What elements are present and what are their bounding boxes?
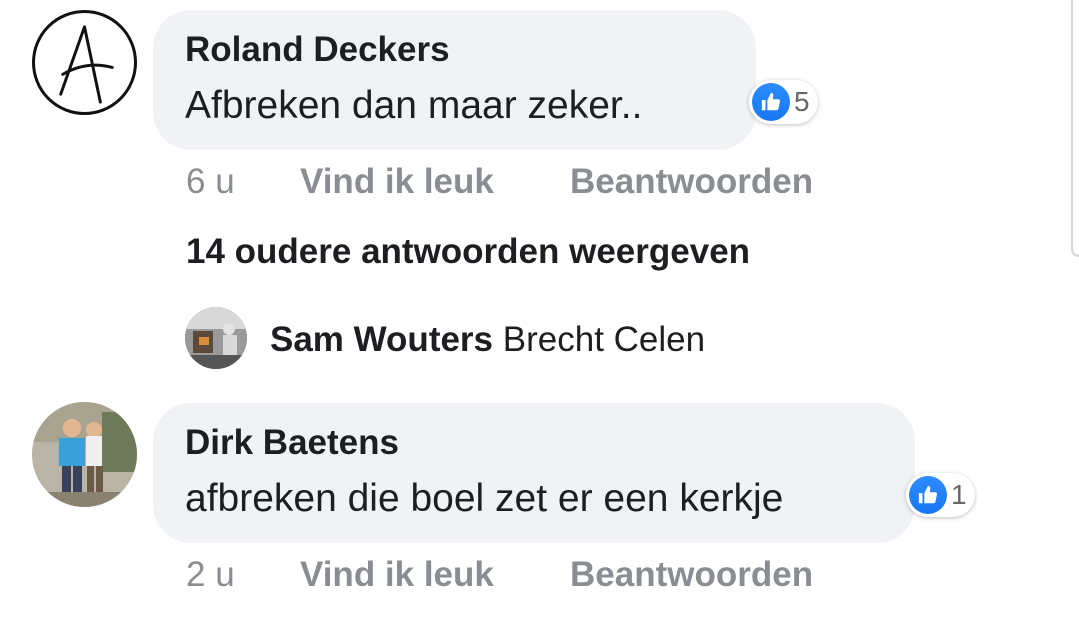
scroll-edge: [1071, 0, 1079, 257]
profile-photo: [185, 307, 247, 369]
like-button[interactable]: Vind ik leuk: [300, 555, 494, 595]
comment-author[interactable]: Roland Deckers: [185, 30, 450, 70]
thumbs-up-icon: [752, 83, 790, 121]
reply-preview[interactable]: Sam Wouters Brecht Celen: [270, 320, 705, 360]
comment-text: Afbreken dan maar zeker..: [185, 84, 643, 127]
anarchy-logo-icon: [59, 25, 114, 104]
avatar-roland-deckers[interactable]: [32, 10, 137, 115]
reply-text: Brecht Celen: [502, 320, 706, 359]
reply-button[interactable]: Beantwoorden: [570, 162, 813, 202]
reaction-summary[interactable]: 5: [749, 80, 818, 124]
view-older-replies-link[interactable]: 14 oudere antwoorden weergeven: [186, 232, 750, 272]
profile-photo: [32, 402, 137, 507]
reply-button[interactable]: Beantwoorden: [570, 555, 813, 595]
reaction-summary[interactable]: 1: [906, 473, 975, 517]
comment-timestamp[interactable]: 6 u: [186, 162, 235, 202]
reply-author[interactable]: Sam Wouters: [270, 320, 493, 359]
comment-author[interactable]: Dirk Baetens: [185, 423, 399, 463]
avatar-dirk-baetens[interactable]: [32, 402, 137, 507]
avatar-sam-wouters[interactable]: [185, 307, 247, 369]
comment-text: afbreken die boel zet er een kerkje: [185, 477, 784, 520]
comment-timestamp[interactable]: 2 u: [186, 555, 235, 595]
reaction-count: 1: [951, 479, 967, 510]
reaction-count: 5: [794, 86, 810, 117]
thumbs-up-icon: [909, 476, 947, 514]
like-button[interactable]: Vind ik leuk: [300, 162, 494, 202]
